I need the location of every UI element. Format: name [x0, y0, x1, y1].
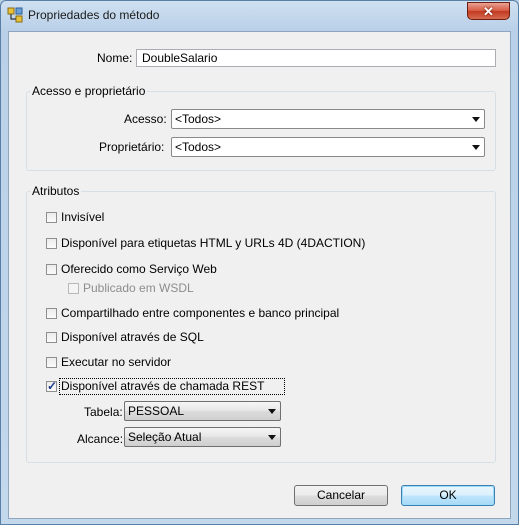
scope-label: Alcance: — [77, 432, 124, 446]
html-tags-label[interactable]: Disponível para etiquetas HTML y URLs 4D… — [61, 236, 365, 250]
sql-checkbox[interactable] — [46, 332, 57, 343]
table-select-value: PESSOAL — [128, 404, 185, 418]
wsdl-label: Publicado em WSDL — [83, 281, 194, 295]
access-label: Acesso: — [124, 112, 167, 126]
chevron-down-icon — [472, 145, 480, 150]
scope-select-value: Seleção Atual — [128, 430, 202, 444]
owner-select-value: <Todos> — [175, 140, 222, 154]
dialog-body: Nome: DoubleSalario Acesso e proprietári… — [8, 31, 511, 519]
table-select[interactable]: PESSOAL — [124, 401, 281, 421]
server-label[interactable]: Executar no servidor — [61, 355, 171, 369]
dialog-window: Propriedades do método ✕ Nome: DoubleSal… — [0, 0, 519, 525]
html-tags-checkbox[interactable] — [46, 238, 57, 249]
server-checkbox[interactable] — [46, 357, 57, 368]
sql-label[interactable]: Disponível através de SQL — [61, 330, 204, 344]
invisible-checkbox[interactable] — [46, 212, 57, 223]
access-select[interactable]: <Todos> — [171, 109, 485, 129]
close-icon: ✕ — [483, 3, 494, 19]
chevron-down-icon — [472, 117, 480, 122]
app-icon — [7, 7, 23, 23]
owner-select[interactable]: <Todos> — [171, 137, 485, 157]
attributes-group — [26, 191, 496, 463]
ok-button[interactable]: OK — [401, 485, 495, 506]
cancel-button[interactable]: Cancelar — [294, 485, 388, 506]
attributes-group-title: Atributos — [30, 184, 82, 198]
close-button[interactable]: ✕ — [467, 2, 510, 20]
rest-label[interactable]: Disponível através de chamada REST — [61, 379, 264, 393]
table-label: Tabela: — [84, 405, 123, 419]
checkmark-icon: ✓ — [47, 379, 58, 393]
wsdl-checkbox[interactable] — [68, 283, 79, 294]
web-service-checkbox[interactable] — [46, 264, 57, 275]
name-input[interactable]: DoubleSalario — [136, 49, 496, 67]
owner-label: Proprietário: — [99, 140, 165, 154]
shared-checkbox[interactable] — [46, 308, 57, 319]
invisible-label[interactable]: Invisível — [61, 210, 104, 224]
shared-label[interactable]: Compartilhado entre componentes e banco … — [61, 306, 339, 320]
title-bar[interactable]: Propriedades do método ✕ — [1, 1, 518, 31]
window-title: Propriedades do método — [28, 8, 160, 22]
scope-select[interactable]: Seleção Atual — [124, 427, 281, 447]
web-service-label[interactable]: Oferecido como Serviço Web — [61, 262, 217, 276]
rest-checkbox[interactable]: ✓ — [46, 379, 58, 393]
access-owner-group-title: Acesso e proprietário — [30, 84, 148, 98]
chevron-down-icon — [268, 435, 276, 440]
chevron-down-icon — [268, 409, 276, 414]
access-owner-group — [26, 91, 496, 171]
name-label: Nome: — [97, 51, 133, 65]
access-select-value: <Todos> — [175, 112, 222, 126]
